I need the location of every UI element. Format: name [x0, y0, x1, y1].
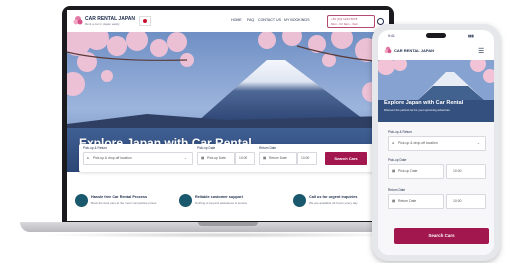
- pickup-date-label: Pick-up Date: [197, 146, 216, 150]
- nav-contact[interactable]: CONTACT US: [258, 18, 281, 22]
- headset-icon: [179, 194, 192, 207]
- calendar-icon: ▦: [392, 169, 396, 173]
- location-pin-icon: ●: [87, 156, 89, 160]
- location-pin-icon: ●: [392, 141, 395, 145]
- chevron-down-icon: ⌄: [477, 141, 480, 145]
- sakura-logo-icon[interactable]: [73, 15, 83, 27]
- pickup-date-input[interactable]: ▦ Pick-up Date: [388, 164, 444, 179]
- phone-hours: Mon - Fri 9am - 6pm: [331, 22, 359, 26]
- pickup-date-label: Pick-up Date: [388, 158, 407, 162]
- nav-faq[interactable]: FAQ: [247, 18, 254, 22]
- feature-title: Reliable customer support: [195, 195, 243, 199]
- return-time-select[interactable]: 10:00: [297, 152, 317, 165]
- mobile-website: 9:41 ▮▮▮ CAR RENTAL JAPAN ☰ Explore Japa…: [378, 30, 494, 255]
- mobile-search-cars-button[interactable]: Search Cars: [394, 228, 489, 244]
- feature-desc: Nothing is beyond assistance & service: [195, 201, 248, 205]
- pickup-location-label: Pick-up & Return: [83, 146, 108, 150]
- mount-fuji-hero-image: [378, 60, 494, 122]
- nav-home[interactable]: HOME: [231, 18, 242, 22]
- pickup-location-select[interactable]: ● Pick-up & drop-off location ⌄: [388, 136, 486, 151]
- japan-flag-icon: [139, 16, 151, 26]
- pickup-date-placeholder: Pick-up Date: [207, 156, 226, 160]
- calendar-icon: ▦: [392, 199, 396, 203]
- brand-name[interactable]: CAR RENTAL JAPAN: [394, 48, 434, 53]
- pickup-time-select[interactable]: 10:00: [235, 152, 255, 165]
- pickup-location-label: Pick-up & Return: [388, 130, 413, 134]
- pickup-date-placeholder: Pick-up Date: [398, 169, 418, 173]
- calendar-icon: ▦: [263, 156, 267, 160]
- laptop-shadow: [40, 232, 410, 238]
- return-date-input[interactable]: ▦ Return Date: [259, 152, 297, 165]
- mobile-hero-subtitle: Discover the perfect car for your upcomi…: [384, 108, 450, 112]
- phone-number: +81 (0)3 1234 5678: [331, 17, 358, 21]
- site-header: CAR RENTAL JAPAN Rent a car in Japan eas…: [67, 10, 389, 32]
- pickup-location-placeholder: Pick-up & drop-off location: [398, 141, 438, 145]
- camera-notch: [426, 33, 446, 38]
- nav-my-bookings[interactable]: MY BOOKINGS: [284, 18, 310, 22]
- return-time-value: 10:00: [453, 199, 462, 203]
- status-time: 9:41: [388, 34, 395, 38]
- phone-contact-box[interactable]: +81 (0)3 1234 5678 Mon - Fri 9am - 6pm: [327, 15, 375, 28]
- pickup-time-select[interactable]: 10:00: [446, 164, 486, 179]
- pickup-time-value: 10:00: [239, 156, 248, 160]
- pickup-date-input[interactable]: ▦ Pick-up Date: [197, 152, 235, 165]
- return-date-input[interactable]: ▦ Return Date: [388, 194, 444, 209]
- laptop-notch: [198, 222, 258, 226]
- return-date-placeholder: Return Date: [398, 199, 417, 203]
- feature-title: Hassle free Car Rental Process: [91, 195, 148, 199]
- feature-desc: Book the best cars at the most competiti…: [91, 201, 157, 205]
- desktop-website: CAR RENTAL JAPAN Rent a car in Japan eas…: [67, 10, 389, 221]
- mobile-hero-title: Explore Japan with Car Rental: [384, 100, 464, 106]
- phone-icon: [293, 194, 306, 207]
- brand-tagline: Rent a car in Japan easily: [85, 22, 120, 26]
- menu-icon[interactable]: ☰: [478, 47, 484, 55]
- return-time-select[interactable]: 10:00: [446, 194, 486, 209]
- calendar-icon: ▦: [201, 156, 205, 160]
- search-cars-button[interactable]: Search Cars: [325, 152, 367, 165]
- feature-title: Call us for urgent inquiries: [309, 195, 358, 199]
- pickup-time-value: 10:00: [453, 169, 462, 173]
- pickup-location-placeholder: Pick-up & drop-off location: [93, 156, 132, 160]
- return-date-label: Return Date: [259, 146, 277, 150]
- feature-desc: We are available 24 hours every day: [309, 201, 358, 205]
- battery-icon: ▮▮▮: [468, 34, 474, 38]
- chevron-down-icon: ⌄: [184, 156, 187, 160]
- return-time-value: 10:00: [301, 156, 310, 160]
- pickup-location-select[interactable]: ● Pick-up & drop-off location ⌄: [83, 152, 193, 165]
- return-date-label: Return Date: [388, 188, 406, 192]
- sakura-logo-icon[interactable]: [384, 46, 392, 55]
- shield-icon: [75, 194, 88, 207]
- return-date-placeholder: Return Date: [269, 156, 287, 160]
